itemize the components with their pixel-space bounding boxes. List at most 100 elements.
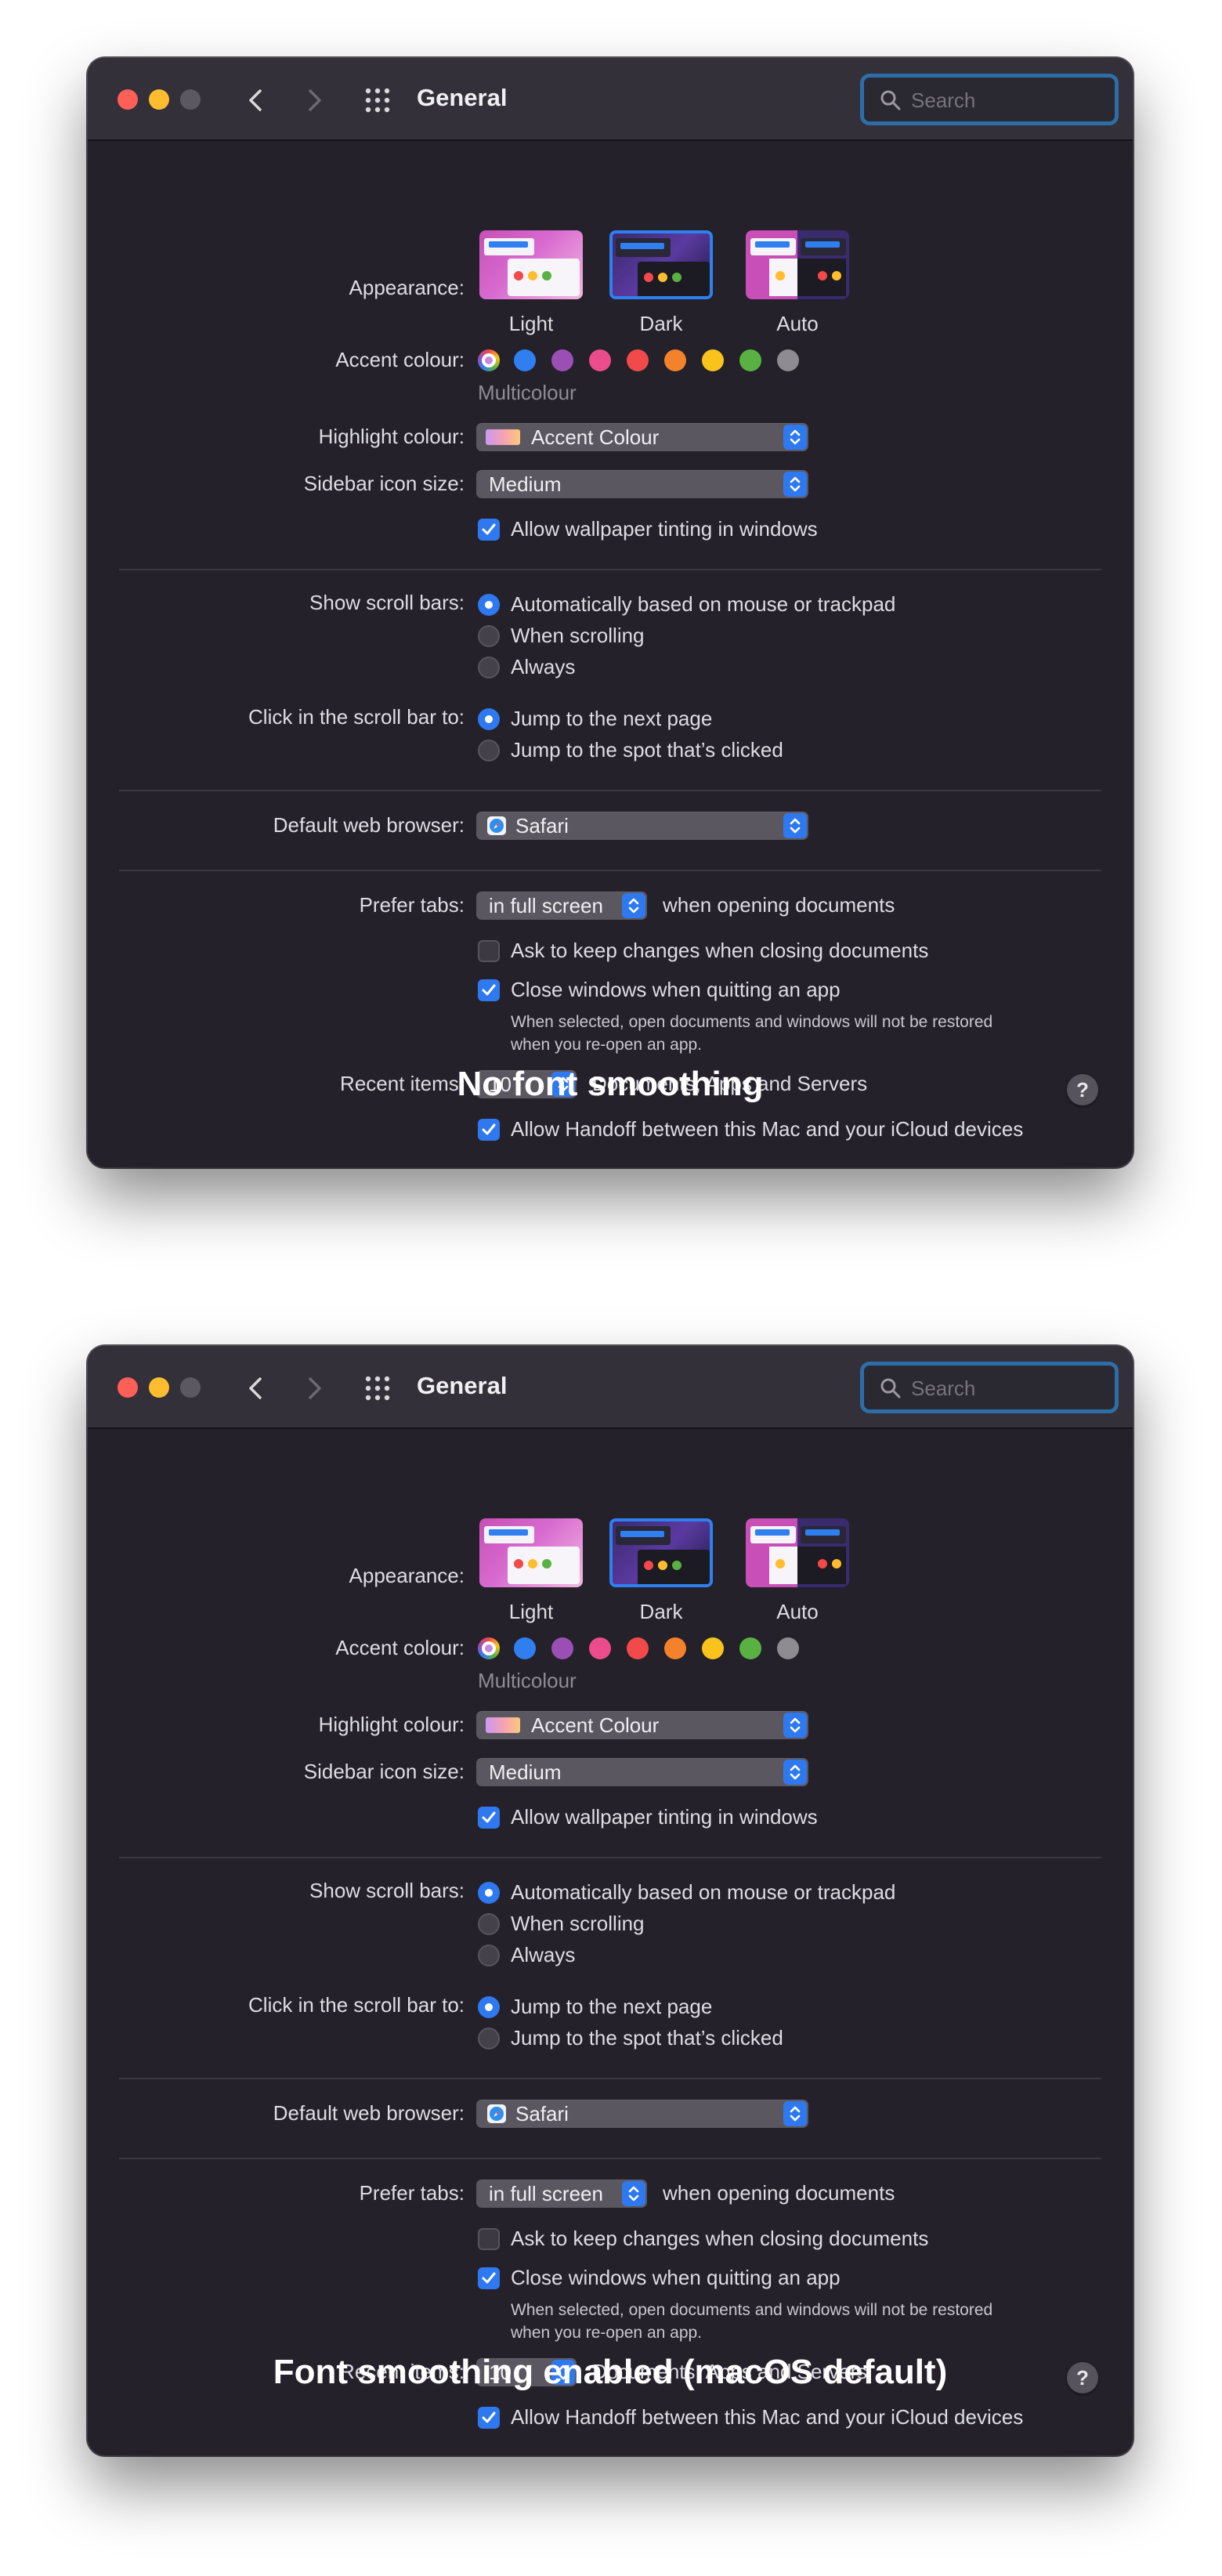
search-input[interactable] bbox=[909, 82, 1101, 118]
scroll-click-spot-radio[interactable] bbox=[478, 740, 500, 762]
close-window-button[interactable] bbox=[118, 89, 138, 110]
handoff-checkbox[interactable] bbox=[478, 1119, 500, 1141]
accent-swatch-green[interactable] bbox=[739, 1637, 761, 1659]
handoff-checkbox[interactable] bbox=[478, 2407, 500, 2429]
default-browser-popup[interactable]: Safari bbox=[476, 812, 808, 840]
accent-swatch-green[interactable] bbox=[739, 349, 761, 371]
close-windows-label: Close windows when quitting an app bbox=[511, 978, 841, 1001]
ask-keep-changes-checkbox[interactable] bbox=[478, 940, 500, 962]
accent-swatch-pink[interactable] bbox=[589, 1637, 611, 1659]
highlight-colour-label: Highlight colour: bbox=[318, 425, 465, 448]
wallpaper-tinting-label: Allow wallpaper tinting in windows bbox=[511, 517, 818, 541]
scroll-bars-always-radio[interactable] bbox=[478, 657, 500, 678]
search-field[interactable] bbox=[860, 74, 1119, 125]
preferences-window-no-smoothing: General Appearance: bbox=[88, 58, 1133, 1167]
accent-swatch-red[interactable] bbox=[627, 349, 649, 371]
chevron-up-down-icon bbox=[790, 2106, 801, 2122]
scroll-click-spot-label: Jump to the spot that’s clicked bbox=[511, 2026, 783, 2050]
default-browser-popup[interactable]: Safari bbox=[476, 2100, 808, 2128]
chevron-up-down-icon bbox=[790, 429, 801, 445]
scroll-bars-auto-radio[interactable] bbox=[478, 1882, 500, 1904]
accent-swatch-graphite[interactable] bbox=[777, 1637, 799, 1659]
back-arrow-icon[interactable] bbox=[241, 1373, 273, 1404]
forward-arrow-icon[interactable] bbox=[298, 85, 329, 116]
sidebar-icon-size-popup[interactable]: Medium bbox=[476, 1758, 808, 1786]
search-icon bbox=[880, 90, 901, 110]
accent-swatch-purple[interactable] bbox=[551, 1637, 573, 1659]
sidebar-icon-size-value: Medium bbox=[489, 472, 562, 496]
accent-swatch-graphite[interactable] bbox=[777, 349, 799, 371]
comparison-caption: Font smoothing enabled (macOS default) bbox=[273, 2353, 948, 2391]
search-input[interactable] bbox=[909, 1370, 1101, 1406]
scroll-click-next-page-radio[interactable] bbox=[478, 708, 500, 730]
scroll-click-spot-radio[interactable] bbox=[478, 2028, 500, 2050]
accent-swatch-purple[interactable] bbox=[551, 349, 573, 371]
handoff-label: Allow Handoff between this Mac and your … bbox=[511, 1117, 1024, 1141]
scroll-click-next-page-radio[interactable] bbox=[478, 1996, 500, 2018]
accent-swatch-multicolour[interactable] bbox=[478, 1637, 500, 1659]
appearance-dark-thumbnail[interactable] bbox=[609, 1518, 713, 1587]
preferences-window-smoothing: General Appearance: bbox=[88, 1346, 1133, 2455]
close-window-button[interactable] bbox=[118, 1377, 138, 1398]
appearance-light-label: Light bbox=[508, 1600, 554, 1623]
scroll-bars-when-scrolling-radio[interactable] bbox=[478, 625, 500, 647]
scroll-bars-auto-label: Automatically based on mouse or trackpad bbox=[511, 592, 896, 616]
scroll-bars-when-scrolling-radio[interactable] bbox=[478, 1913, 500, 1935]
prefer-tabs-label: Prefer tabs: bbox=[359, 893, 465, 917]
scroll-bar-click-label: Click in the scroll bar to: bbox=[248, 705, 465, 729]
forward-arrow-icon[interactable] bbox=[298, 1373, 329, 1404]
title-bar: General bbox=[88, 1346, 1133, 1429]
appearance-auto-thumbnail[interactable] bbox=[746, 1518, 849, 1587]
prefer-tabs-suffix: when opening documents bbox=[663, 2181, 895, 2205]
settings-content: Appearance: Light Dark Auto Accent colou… bbox=[88, 139, 1133, 1167]
accent-swatch-blue[interactable] bbox=[514, 1637, 536, 1659]
scroll-bars-always-radio[interactable] bbox=[478, 1945, 500, 1966]
prefer-tabs-suffix: when opening documents bbox=[663, 893, 895, 917]
minimize-window-button[interactable] bbox=[149, 1377, 169, 1398]
scroll-bars-auto-radio[interactable] bbox=[478, 594, 500, 616]
accent-swatch-multicolour[interactable] bbox=[478, 349, 500, 371]
accent-swatch-pink[interactable] bbox=[589, 349, 611, 371]
ask-keep-changes-checkbox[interactable] bbox=[478, 2228, 500, 2250]
sidebar-icon-size-popup[interactable]: Medium bbox=[476, 470, 808, 498]
chevron-up-down-icon bbox=[790, 818, 801, 834]
accent-swatch-yellow[interactable] bbox=[702, 349, 724, 371]
accent-swatch-yellow[interactable] bbox=[702, 1637, 724, 1659]
comparison-caption: No font smoothing bbox=[457, 1065, 764, 1103]
safari-icon bbox=[487, 816, 506, 835]
wallpaper-tinting-checkbox[interactable] bbox=[478, 519, 500, 541]
help-button[interactable]: ? bbox=[1067, 2362, 1098, 2393]
help-button[interactable]: ? bbox=[1067, 1074, 1098, 1105]
wallpaper-tinting-checkbox[interactable] bbox=[478, 1807, 500, 1829]
close-windows-checkbox[interactable] bbox=[478, 2267, 500, 2289]
appearance-auto-label: Auto bbox=[776, 1600, 819, 1623]
default-browser-label: Default web browser: bbox=[273, 2101, 465, 2125]
zoom-window-button[interactable] bbox=[180, 1377, 201, 1398]
appearance-light-thumbnail[interactable] bbox=[479, 1518, 583, 1587]
popup-stepper bbox=[783, 813, 807, 838]
checkmark-icon bbox=[482, 523, 496, 535]
separator bbox=[119, 790, 1101, 791]
highlight-colour-popup[interactable]: Accent Colour bbox=[476, 1711, 808, 1739]
highlight-colour-swatch bbox=[486, 429, 520, 445]
appearance-auto-thumbnail[interactable] bbox=[746, 230, 849, 299]
highlight-colour-value: Accent Colour bbox=[531, 425, 660, 449]
show-all-grid-icon[interactable] bbox=[363, 1374, 392, 1402]
appearance-dark-thumbnail[interactable] bbox=[609, 230, 713, 299]
show-all-grid-icon[interactable] bbox=[363, 86, 392, 114]
back-arrow-icon[interactable] bbox=[241, 85, 273, 116]
highlight-colour-popup[interactable]: Accent Colour bbox=[476, 423, 808, 451]
popup-stepper bbox=[622, 2181, 645, 2206]
accent-swatch-orange[interactable] bbox=[664, 349, 686, 371]
minimize-window-button[interactable] bbox=[149, 89, 169, 110]
prefer-tabs-popup[interactable]: in full screen bbox=[476, 2180, 647, 2208]
appearance-light-thumbnail[interactable] bbox=[479, 230, 583, 299]
scroll-bars-when-scrolling-label: When scrolling bbox=[511, 624, 645, 647]
search-field[interactable] bbox=[860, 1362, 1119, 1413]
zoom-window-button[interactable] bbox=[180, 89, 201, 110]
close-windows-checkbox[interactable] bbox=[478, 979, 500, 1001]
accent-swatch-orange[interactable] bbox=[664, 1637, 686, 1659]
accent-swatch-red[interactable] bbox=[627, 1637, 649, 1659]
accent-swatch-blue[interactable] bbox=[514, 349, 536, 371]
prefer-tabs-popup[interactable]: in full screen bbox=[476, 892, 647, 920]
